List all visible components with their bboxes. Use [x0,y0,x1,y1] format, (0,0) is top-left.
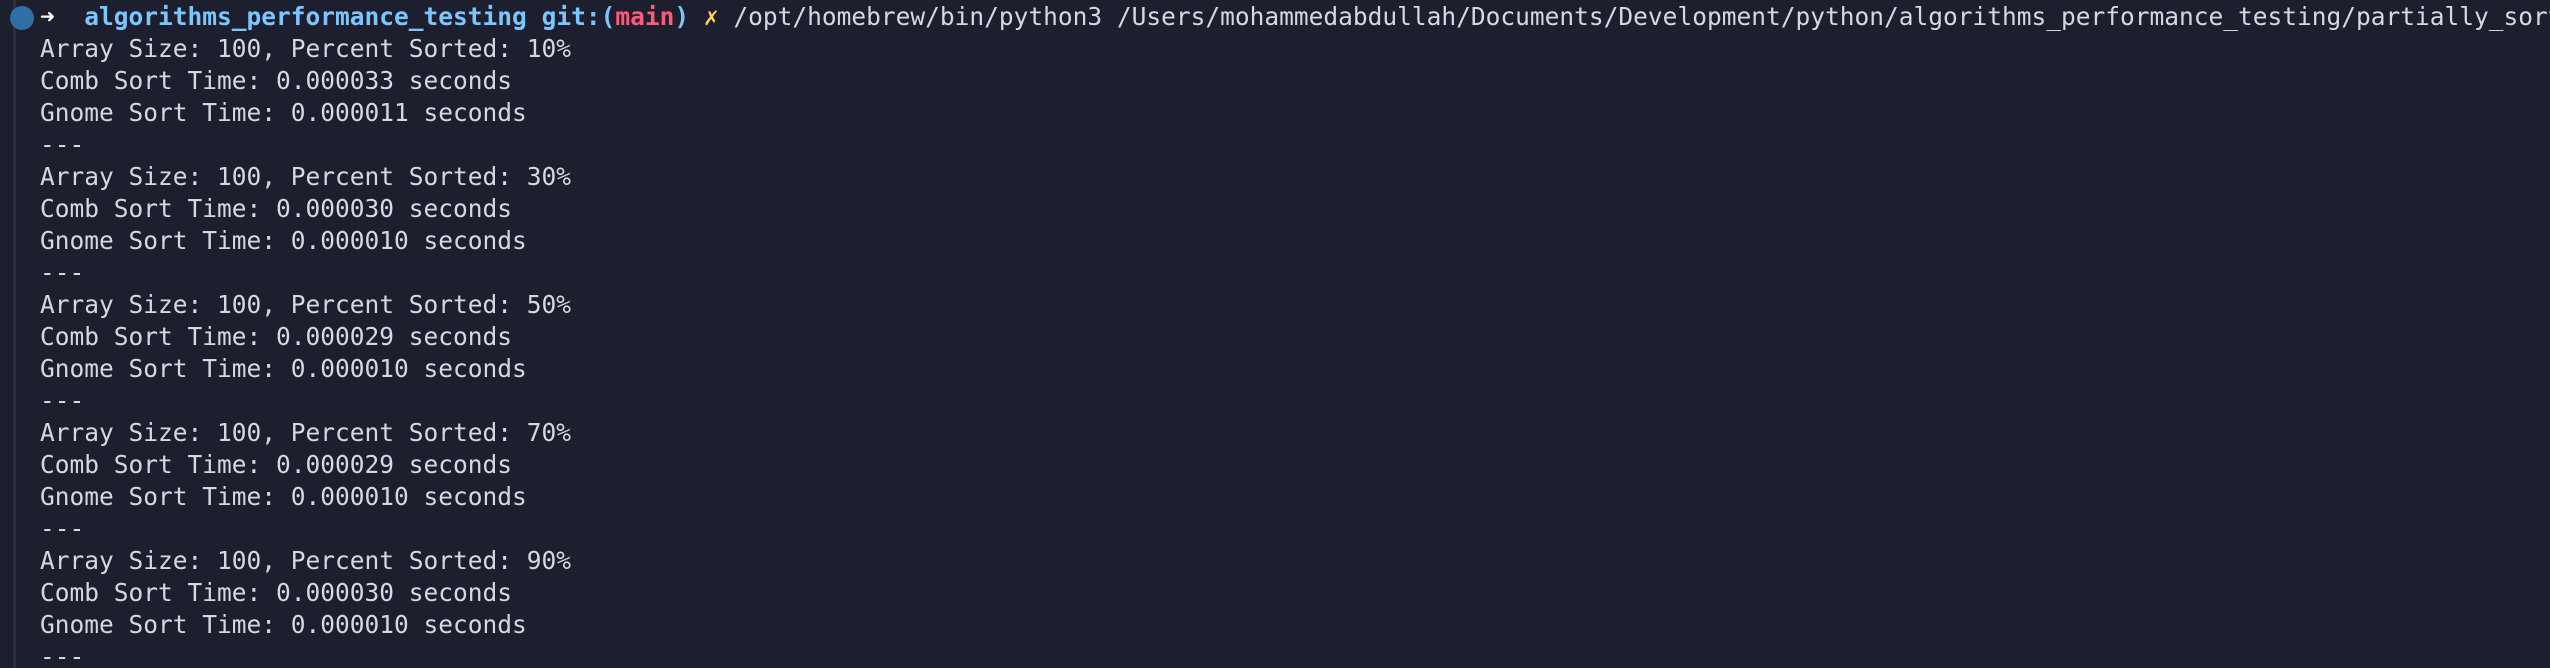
output-line: Comb Sort Time: 0.000030 seconds [40,194,513,223]
prompt-line: ➜ algorithms_performance_testing git:(ma… [0,1,2550,33]
git-dirty-icon: ✗ [703,2,719,31]
output-line: Gnome Sort Time: 0.000010 seconds [40,610,527,639]
output-separator: --- [40,642,85,668]
git-branch: main [615,2,675,31]
terminal-window[interactable]: ➜ algorithms_performance_testing git:(ma… [0,0,2550,668]
git-label: git: [541,2,601,31]
output-line: Comb Sort Time: 0.000033 seconds [40,66,513,95]
output-line: Array Size: 100, Percent Sorted: 10% [40,34,572,63]
prompt-directory: algorithms_performance_testing [84,2,527,31]
output-line: Gnome Sort Time: 0.000010 seconds [40,354,527,383]
output-line: Gnome Sort Time: 0.000010 seconds [40,482,527,511]
output-separator: --- [40,130,85,159]
output-line: Comb Sort Time: 0.000029 seconds [40,322,513,351]
output-line: Gnome Sort Time: 0.000011 seconds [40,98,527,127]
terminal-output: ➜ algorithms_performance_testing git:(ma… [0,1,2550,668]
output-line: Gnome Sort Time: 0.000010 seconds [40,226,527,255]
output-line: Array Size: 100, Percent Sorted: 50% [40,290,572,319]
output-separator: --- [40,386,85,415]
output-line: Comb Sort Time: 0.000030 seconds [40,578,513,607]
output-line: Array Size: 100, Percent Sorted: 70% [40,418,572,447]
command-text: /opt/homebrew/bin/python3 /Users/mohamme… [733,2,2550,31]
git-paren-close: ) [674,2,690,31]
output-line: Comb Sort Time: 0.000029 seconds [40,450,513,479]
output-separator: --- [40,258,85,287]
output-line: Array Size: 100, Percent Sorted: 90% [40,546,572,575]
output-separator: --- [40,514,85,543]
prompt-arrow-icon: ➜ [40,2,55,31]
output-line: Array Size: 100, Percent Sorted: 30% [40,162,572,191]
git-paren-open: ( [600,2,616,31]
